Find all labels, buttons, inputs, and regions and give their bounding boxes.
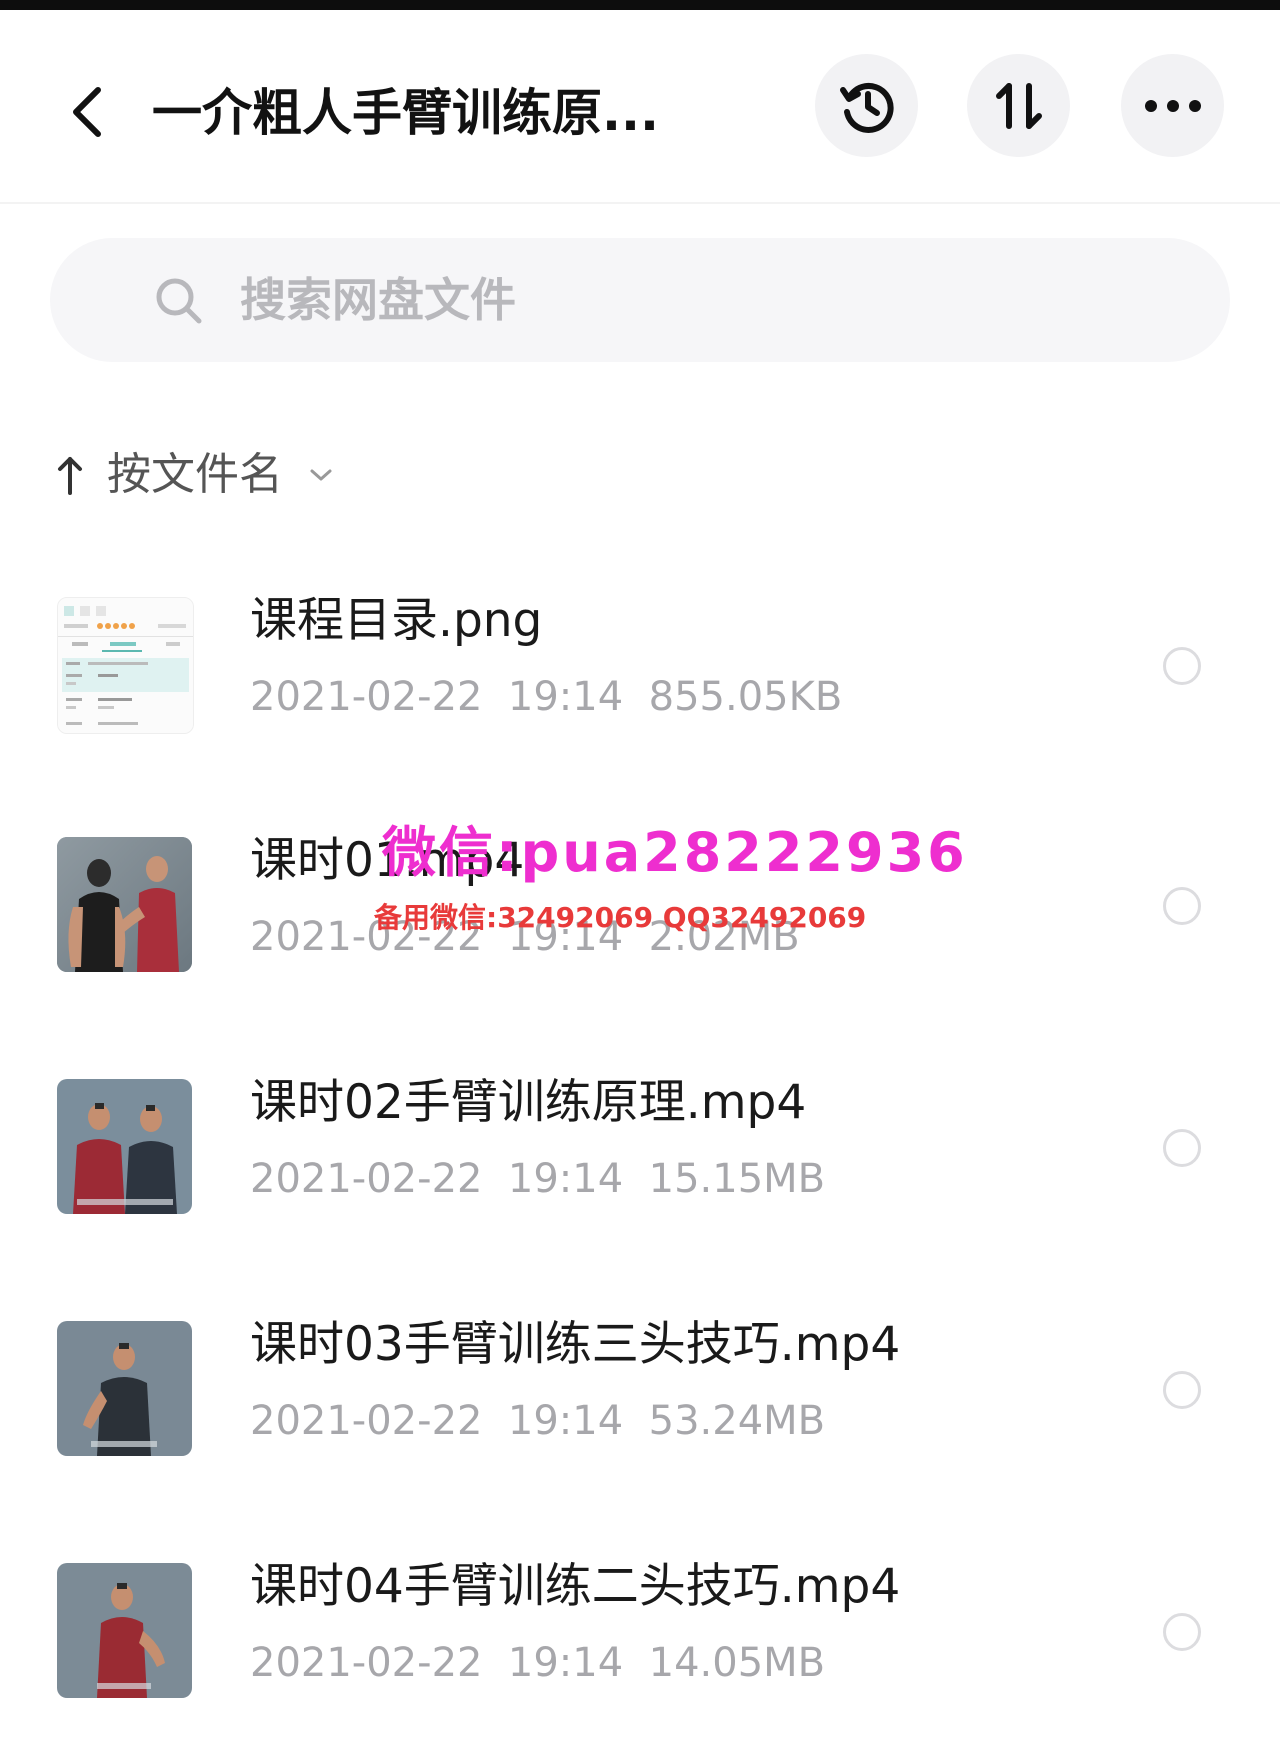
document-thumbnail	[57, 597, 194, 734]
file-size: 14.05MB	[648, 1640, 826, 1686]
search-bar[interactable]: 搜索网盘文件	[50, 238, 1230, 362]
watermark-subtext: 备用微信:32492069 QQ32492069	[374, 901, 867, 934]
file-size: 53.24MB	[648, 1398, 826, 1444]
select-radio[interactable]	[1163, 1613, 1201, 1651]
document-thumb-icon	[58, 598, 193, 733]
file-time: 19:14	[507, 1640, 624, 1686]
select-radio[interactable]	[1163, 1371, 1201, 1409]
file-size: 15.15MB	[648, 1156, 826, 1202]
history-button[interactable]	[815, 54, 918, 157]
file-row[interactable]: 课时02手臂训练原理.mp4 2021-02-22 19:14 15.15MB	[0, 1057, 1280, 1257]
sort-updown-icon	[995, 82, 1042, 129]
file-row[interactable]: 课程目录.png 2021-02-22 19:14 855.05KB	[0, 575, 1280, 775]
video-thumbnail	[57, 1563, 192, 1698]
sort-selector[interactable]: 按文件名	[55, 440, 333, 510]
file-date: 2021-02-22	[250, 1640, 483, 1686]
file-name: 课程目录.png	[250, 593, 543, 648]
history-clock-icon	[839, 82, 894, 133]
video-thumb-icon	[57, 1321, 192, 1456]
video-thumbnail	[57, 1321, 192, 1456]
back-button[interactable]	[56, 70, 116, 154]
file-row[interactable]: 课时03手臂训练三头技巧.mp4 2021-02-22 19:14 53.24M…	[0, 1299, 1280, 1499]
select-radio[interactable]	[1163, 647, 1201, 685]
file-meta: 2021-02-22 19:14 855.05KB	[250, 669, 842, 725]
page-title: 一介粗人手臂训练原...	[152, 84, 659, 142]
file-date: 2021-02-22	[250, 1398, 483, 1444]
chevron-left-icon	[73, 87, 101, 137]
video-thumb-icon	[57, 1563, 192, 1698]
more-dots-icon	[1144, 99, 1201, 112]
video-thumb-icon	[57, 1079, 192, 1214]
arrow-up-icon	[58, 457, 82, 495]
file-time: 19:14	[507, 1156, 624, 1202]
video-thumbnail	[57, 837, 192, 972]
select-radio[interactable]	[1163, 1129, 1201, 1167]
search-placeholder: 搜索网盘文件	[240, 273, 516, 327]
file-time: 19:14	[507, 1398, 624, 1444]
header: 一介粗人手臂训练原...	[0, 10, 1280, 204]
file-name: 课时03手臂训练三头技巧.mp4	[250, 1317, 901, 1372]
file-meta: 2021-02-22 19:14 15.15MB	[250, 1151, 825, 1207]
watermark-text: 微信:pua28222936	[382, 821, 968, 884]
video-thumbnail	[57, 1079, 192, 1214]
chevron-down-icon	[310, 469, 332, 481]
file-meta: 2021-02-22 19:14 53.24MB	[250, 1393, 825, 1449]
file-name: 课时04手臂训练二头技巧.mp4	[250, 1559, 901, 1614]
file-meta: 2021-02-22 19:14 14.05MB	[250, 1635, 825, 1691]
status-strip	[0, 0, 1280, 10]
file-date: 2021-02-22	[250, 674, 483, 720]
video-thumb-icon	[57, 837, 192, 972]
file-name: 课时02手臂训练原理.mp4	[250, 1075, 807, 1130]
file-time: 19:14	[507, 674, 624, 720]
more-button[interactable]	[1121, 54, 1224, 157]
file-row[interactable]: 课时04手臂训练二头技巧.mp4 2021-02-22 19:14 14.05M…	[0, 1541, 1280, 1741]
search-icon	[156, 278, 202, 324]
file-size: 855.05KB	[648, 674, 843, 720]
sort-button[interactable]	[967, 54, 1070, 157]
sort-label: 按文件名	[107, 449, 283, 500]
select-radio[interactable]	[1163, 887, 1201, 925]
file-date: 2021-02-22	[250, 1156, 483, 1202]
